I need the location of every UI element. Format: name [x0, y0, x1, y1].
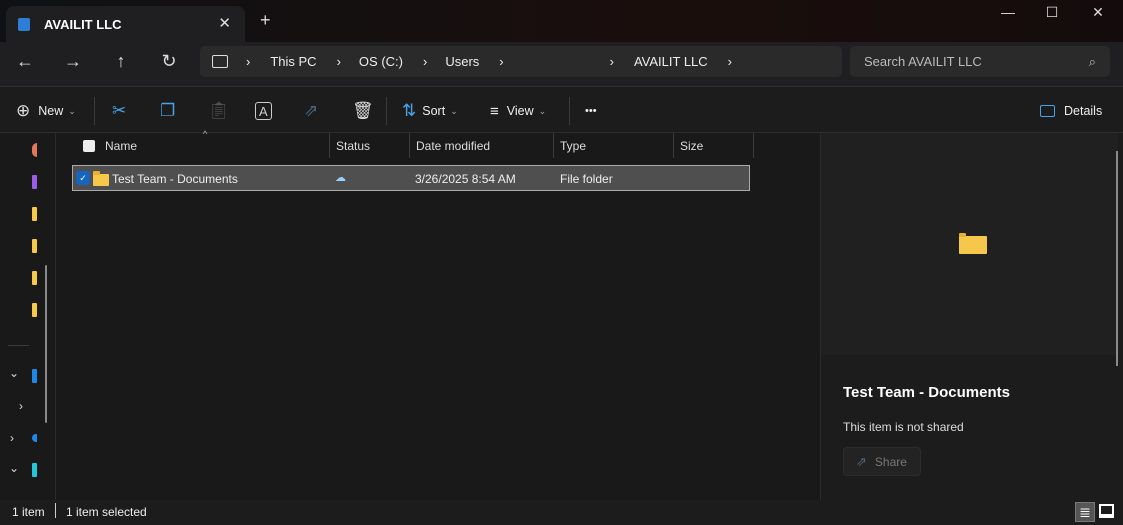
sort-label: Sort [422, 104, 446, 118]
forward-button[interactable]: → [58, 51, 88, 72]
item-count: 1 item [12, 505, 45, 519]
chevron-down-icon[interactable]: ⌄ [9, 461, 19, 475]
cloud-status-icon: ☁ [335, 172, 346, 184]
more-options-button[interactable]: ••• [585, 99, 597, 123]
view-label: View [506, 104, 534, 118]
row-checkbox[interactable]: ✓ [76, 171, 90, 185]
details-pane-icon [1040, 105, 1055, 117]
address-bar[interactable]: › This PC › OS (C:) › Users › › AVAILIT … [200, 46, 842, 77]
tab-title: AVAILIT LLC [44, 16, 122, 32]
chevron-down-icon[interactable]: ⌄ [9, 366, 19, 380]
divider [94, 97, 95, 125]
preview-area [821, 133, 1118, 355]
tab-availit-llc[interactable]: AVAILIT LLC ✕ [6, 6, 245, 42]
new-label: New [38, 104, 64, 118]
computer-icon [212, 55, 228, 68]
sort-icon: ⇅ [402, 101, 417, 120]
navigation-pane: ⌄ › › ⌄ [0, 133, 56, 500]
file-date: 3/26/2025 8:54 AM [415, 172, 516, 186]
title-bar: AVAILIT LLC ✕ + — ☐ ✕ [0, 0, 1123, 42]
sort-button[interactable]: ⇅ Sort ⌄ [402, 99, 458, 123]
gallery-icon[interactable] [32, 175, 37, 189]
minimize-button[interactable]: — [988, 4, 1028, 20]
plus-circle-icon: ⊕ [16, 101, 31, 120]
chevron-right-icon: › [499, 54, 504, 69]
delete-icon[interactable]: 🗑︎ [352, 99, 374, 123]
folder-icon[interactable] [32, 239, 37, 253]
cut-icon[interactable]: ✂ [112, 99, 126, 123]
divider [569, 97, 570, 125]
details-title: Test Team - Documents [843, 384, 1010, 401]
view-list-icon: ≡ [490, 102, 499, 120]
details-label: Details [1064, 104, 1103, 118]
cloud-icon[interactable] [32, 434, 37, 442]
breadcrumb-availit-llc[interactable]: AVAILIT LLC [634, 54, 708, 69]
chevron-right-icon: › [336, 54, 341, 69]
copy-icon[interactable]: ❐ [160, 99, 175, 123]
details-pane: Test Team - Documents This item is not s… [820, 133, 1123, 500]
file-name: Test Team - Documents [112, 172, 238, 186]
chevron-right-icon: › [727, 54, 733, 69]
rename-icon[interactable]: A [255, 102, 272, 120]
chevron-right-icon[interactable]: › [19, 399, 23, 413]
this-pc-icon[interactable] [32, 463, 37, 477]
onedrive-icon[interactable] [32, 369, 37, 383]
column-header-size[interactable]: Size [674, 133, 754, 158]
folder-icon[interactable] [32, 271, 37, 285]
select-all-checkbox[interactable] [83, 140, 95, 152]
chevron-right-icon: › [422, 54, 428, 69]
breadcrumb-os-c[interactable]: OS (C:) [359, 54, 403, 69]
details-scrollbar[interactable] [1116, 151, 1118, 366]
breadcrumb-this-pc[interactable]: This PC [270, 54, 316, 69]
folder-preview-icon [959, 233, 987, 254]
command-bar: ⊕ New ⌄ ✂ ❐ 📋︎ A ⇗ 🗑︎ ⇅ Sort ⌄ ≡ View ⌄ ••• D… [0, 86, 1123, 133]
folder-icon[interactable] [32, 207, 37, 221]
divider [386, 97, 387, 125]
divider [8, 345, 29, 346]
search-placeholder: Search AVAILIT LLC [864, 54, 982, 69]
share-icon: ⇗ [856, 453, 867, 469]
folder-icon [93, 171, 109, 186]
file-row[interactable]: ✓ Test Team - Documents ☁ 3/26/2025 8:54… [72, 165, 750, 191]
breadcrumb-users[interactable]: Users [445, 54, 479, 69]
details-view-button[interactable]: ≣ [1075, 502, 1095, 522]
status-bar: 1 item 1 item selected ≣ [0, 500, 1123, 525]
divider [55, 503, 56, 518]
share-icon[interactable]: ⇗ [304, 99, 318, 123]
home-icon[interactable] [32, 143, 37, 157]
file-type: File folder [560, 172, 613, 186]
column-header-type[interactable]: Type [554, 133, 674, 158]
search-input[interactable]: Search AVAILIT LLC ⌕ [850, 46, 1110, 77]
column-header-status[interactable]: Status [330, 133, 410, 158]
view-button[interactable]: ≡ View ⌄ [490, 99, 546, 123]
new-tab-button[interactable]: + [260, 10, 271, 31]
large-icons-view-button[interactable] [1099, 504, 1114, 518]
search-icon: ⌕ [1088, 53, 1096, 69]
up-button[interactable]: ↑ [106, 51, 136, 72]
file-list: ^ Name Status Date modified Type Size ✓ … [57, 129, 820, 500]
close-window-button[interactable]: ✕ [1078, 4, 1118, 21]
new-button[interactable]: ⊕ New ⌄ [16, 99, 76, 123]
sharing-status: This item is not shared [843, 420, 964, 434]
building-icon [18, 17, 30, 31]
folder-icon[interactable] [32, 303, 37, 317]
chevron-right-icon[interactable]: › [10, 431, 14, 445]
column-header-name[interactable]: Name [99, 133, 330, 158]
chevron-right-icon: › [246, 54, 251, 69]
details-button[interactable]: Details [1040, 99, 1102, 123]
column-header-date-modified[interactable]: Date modified [410, 133, 554, 158]
chevron-right-icon: › [609, 54, 614, 69]
share-label: Share [874, 454, 907, 469]
maximize-button[interactable]: ☐ [1032, 4, 1072, 21]
back-button[interactable]: ← [10, 51, 40, 72]
sidebar-scrollbar[interactable] [45, 265, 47, 423]
refresh-button[interactable]: ↻ [154, 51, 184, 72]
share-button[interactable]: ⇗ Share [843, 447, 921, 476]
close-tab-button[interactable]: ✕ [218, 14, 231, 32]
selected-count: 1 item selected [66, 505, 147, 519]
paste-icon[interactable]: 📋︎ [208, 99, 230, 123]
